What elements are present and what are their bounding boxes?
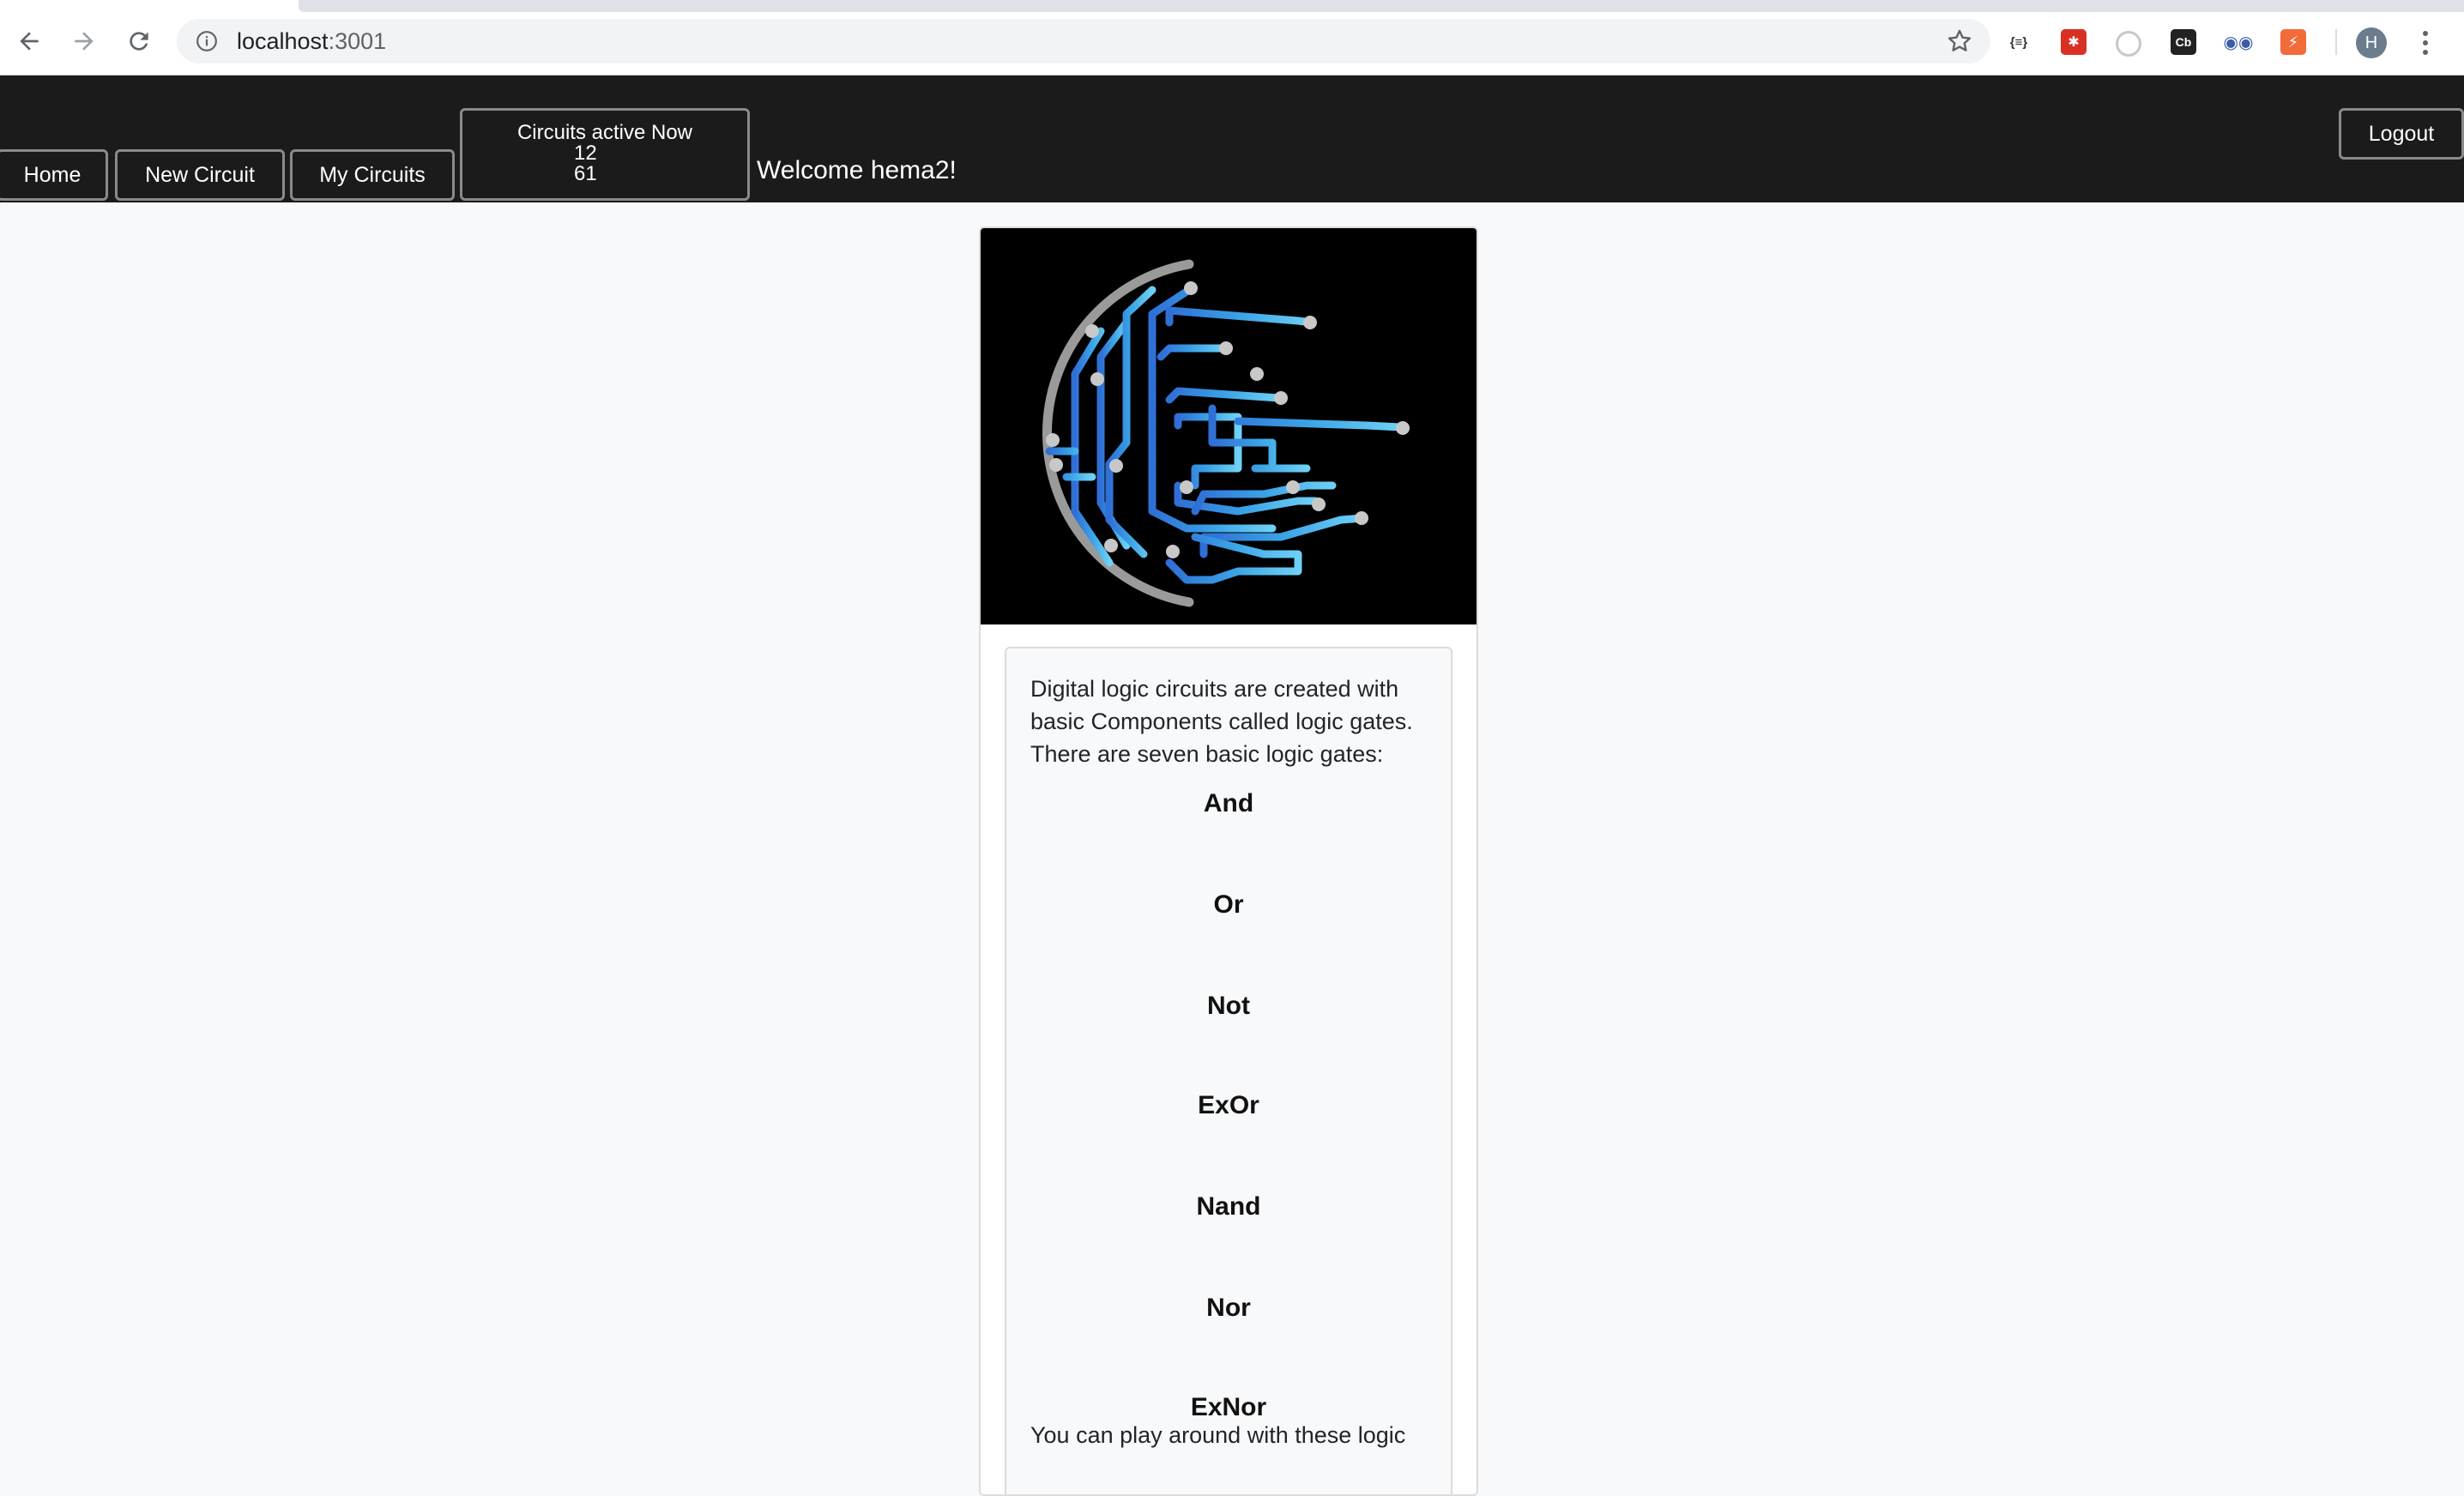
- circuit-brain-logo: [1042, 259, 1410, 607]
- address-bar[interactable]: localhost:3001: [177, 19, 1990, 63]
- gate-and: And: [1203, 789, 1254, 817]
- gate-exnor: ExNor: [1190, 1393, 1267, 1421]
- star-icon[interactable]: [1946, 27, 1973, 55]
- reload-button[interactable]: [120, 22, 158, 60]
- gate-nor: Nor: [1206, 1294, 1251, 1322]
- app-navbar: Home New Circuit My Circuits Circuits ac…: [0, 75, 2464, 202]
- info-icon[interactable]: [196, 30, 218, 52]
- red-extension-icon[interactable]: ✱: [2061, 29, 2087, 55]
- json-viewer-extension-icon[interactable]: {≡}: [2006, 29, 2032, 55]
- gate-exor: ExOr: [1198, 1091, 1259, 1119]
- gate-not: Not: [1207, 992, 1250, 1020]
- welcome-message: Welcome hema2!: [757, 156, 957, 184]
- url-text[interactable]: localhost:3001: [237, 19, 386, 63]
- counter-title: Circuits active Now: [516, 121, 693, 144]
- outro-text: You can play around with these logic: [1030, 1422, 1406, 1448]
- tab-strip: [0, 0, 2464, 12]
- profile-avatar[interactable]: H: [2356, 27, 2387, 58]
- arrow-right-icon: [75, 32, 94, 51]
- browser-menu-icon[interactable]: [2413, 26, 2438, 60]
- arrow-left-icon: [20, 32, 39, 51]
- url-host: localhost: [237, 28, 329, 54]
- browser-toolbar: localhost:3001 {≡} ✱ Cb ◉◉ ⚡ H: [0, 12, 2464, 75]
- gate-nand: Nand: [1196, 1192, 1261, 1221]
- eyes-extension-icon[interactable]: ◉◉: [2224, 29, 2254, 55]
- orange-extension-icon[interactable]: ⚡: [2280, 29, 2306, 55]
- circuit-logo-image: [981, 228, 1477, 624]
- logout-button[interactable]: Logout: [2339, 108, 2464, 160]
- circle-extension-icon[interactable]: [2116, 31, 2141, 57]
- my-circuits-button[interactable]: My Circuits: [290, 149, 455, 201]
- tab-bar[interactable]: [299, 0, 2464, 12]
- reload-icon: [130, 32, 148, 51]
- gate-or: Or: [1213, 890, 1244, 919]
- intro-text: Digital logic circuits are created with …: [1030, 676, 1413, 767]
- home-button[interactable]: Home: [0, 149, 108, 201]
- cb-extension-icon[interactable]: Cb: [2171, 29, 2196, 55]
- forward-button[interactable]: [65, 22, 103, 60]
- toolbar-separator: [2335, 29, 2337, 55]
- info-card: Digital logic circuits are created with …: [979, 226, 1478, 1496]
- gates-info-panel: Digital logic circuits are created with …: [1005, 647, 1452, 1494]
- counter-value-2: 61: [574, 162, 597, 185]
- back-button[interactable]: [10, 22, 48, 60]
- active-circuits-counter: Circuits active Now 12 61: [460, 108, 750, 201]
- url-port: :3001: [328, 28, 387, 54]
- new-circuit-button[interactable]: New Circuit: [115, 149, 285, 201]
